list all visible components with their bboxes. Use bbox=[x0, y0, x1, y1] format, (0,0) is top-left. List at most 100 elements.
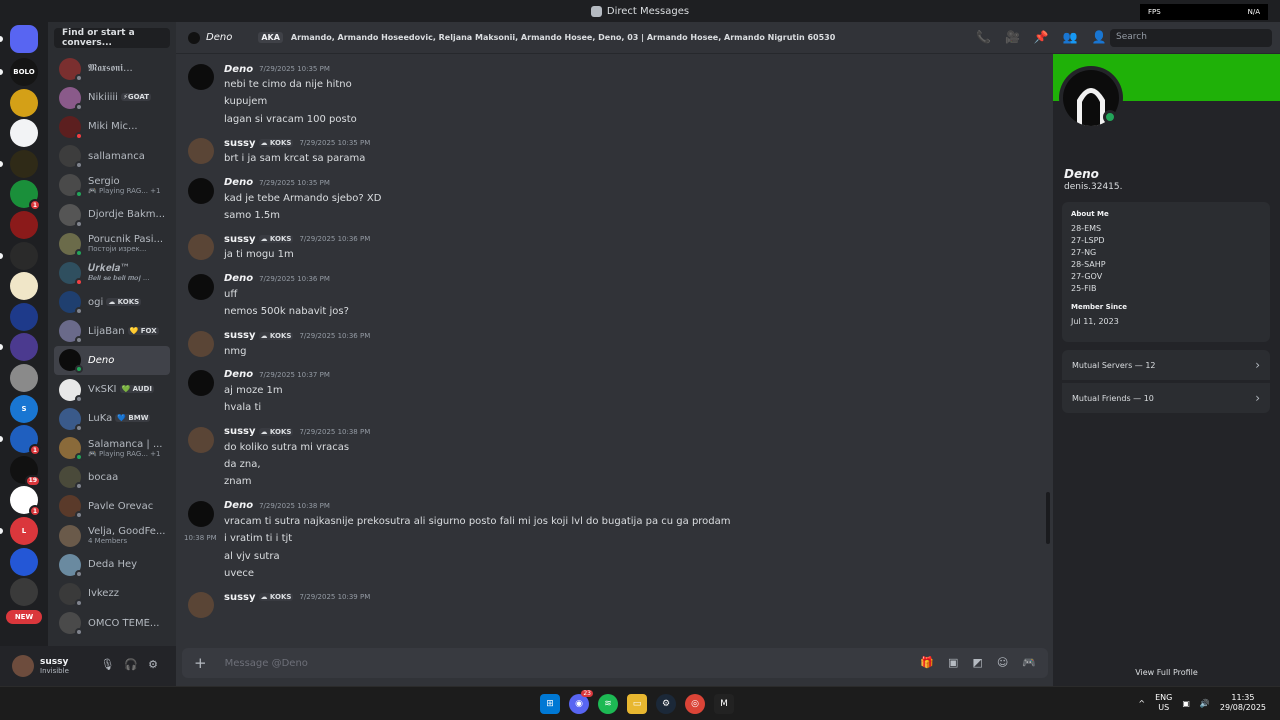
dm-item[interactable]: 𝕸𝖆𝖝𝖘𝖔𝖓𝖎... bbox=[54, 54, 170, 83]
dm-item[interactable]: bocaa bbox=[54, 463, 170, 492]
mutual-friends-button[interactable]: Mutual Friends — 10 › bbox=[1062, 383, 1270, 413]
avatar bbox=[59, 495, 83, 520]
message-author[interactable]: Deno bbox=[224, 177, 253, 188]
dm-item[interactable]: Salamanca | ... 🎮 Playing RAG... +1 bbox=[54, 433, 170, 462]
plus-icon[interactable]: + bbox=[194, 654, 207, 672]
avatar[interactable] bbox=[188, 500, 214, 527]
file-explorer-icon[interactable]: ▭ bbox=[627, 694, 647, 714]
dm-item[interactable]: ÔMĆÖ ŤĔMĔ... bbox=[54, 609, 170, 638]
server-icon[interactable] bbox=[10, 88, 38, 117]
dm-item[interactable]: Velja, GoodFe... 4 Members bbox=[54, 521, 170, 550]
new-badge[interactable]: NEW bbox=[6, 610, 42, 625]
emoji-icon[interactable]: ☺ bbox=[997, 656, 1008, 669]
message-line: nmg bbox=[224, 343, 1042, 360]
dm-item[interactable]: Miki Mic... bbox=[54, 112, 170, 141]
server-icon[interactable]: S bbox=[10, 394, 38, 423]
server-icon[interactable] bbox=[10, 302, 38, 331]
message-input[interactable]: Message @Deno bbox=[225, 658, 308, 669]
server-icon[interactable] bbox=[0, 149, 38, 178]
server-icon[interactable] bbox=[0, 241, 38, 270]
add-friend-icon[interactable]: 👥 bbox=[1063, 30, 1078, 44]
avatar[interactable] bbox=[188, 592, 214, 619]
pin-icon[interactable]: 📌 bbox=[1034, 30, 1049, 44]
dm-item[interactable]: Ivkezz bbox=[54, 579, 170, 608]
scrollbar[interactable] bbox=[1046, 492, 1050, 544]
microphone-icon[interactable]: 🎙 bbox=[100, 658, 114, 671]
discord-taskbar-icon[interactable]: ◉ 23 bbox=[569, 690, 593, 714]
server-icon[interactable]: L bbox=[0, 516, 38, 545]
server-icon[interactable] bbox=[10, 547, 38, 576]
avatar[interactable] bbox=[188, 273, 214, 300]
message-author[interactable]: Deno bbox=[224, 64, 253, 75]
server-icon[interactable]: 19 bbox=[10, 455, 41, 487]
mutual-servers-button[interactable]: Mutual Servers — 12 › bbox=[1062, 350, 1270, 380]
windows-start-icon[interactable]: ⊞ bbox=[540, 694, 560, 714]
server-icon[interactable] bbox=[10, 578, 38, 607]
search-input[interactable]: Search bbox=[1110, 29, 1272, 47]
phone-icon[interactable]: 📞 bbox=[976, 30, 991, 44]
dm-item[interactable]: Nikiiiii ⚡GOAT bbox=[54, 83, 170, 112]
clock[interactable]: 11:35 29/08/2025 bbox=[1220, 693, 1266, 713]
message-author[interactable]: sussy bbox=[224, 592, 256, 603]
server-icon[interactable]: 1 bbox=[10, 180, 41, 212]
network-icon[interactable]: ▣ bbox=[1182, 699, 1190, 708]
avatar[interactable] bbox=[188, 138, 214, 165]
rage-mp-icon[interactable]: M bbox=[714, 694, 734, 714]
avatar[interactable] bbox=[188, 64, 214, 90]
dm-item[interactable]: Djordje Bakm... bbox=[54, 200, 170, 229]
avatar[interactable] bbox=[188, 234, 214, 261]
dm-item[interactable]: sallamanca bbox=[54, 142, 170, 171]
dm-item[interactable]: Deda Hey bbox=[54, 550, 170, 579]
message-header: sussy ☁ KOKS 7/29/2025 10:39 PM bbox=[224, 590, 1042, 604]
dm-item[interactable]: VĸSKI 💚 AUDI bbox=[54, 375, 170, 404]
message-text: hvala ti bbox=[224, 402, 262, 414]
game-icon[interactable]: 🎮 bbox=[1022, 656, 1036, 669]
direct-messages-button[interactable] bbox=[0, 25, 38, 53]
message-author[interactable]: sussy bbox=[224, 234, 256, 245]
message-author[interactable]: Deno bbox=[224, 273, 253, 284]
profile-icon[interactable]: 👤 bbox=[1092, 30, 1107, 44]
dm-item[interactable]: Porucnik Pasi... Постоји изрек... bbox=[54, 229, 170, 258]
server-icon[interactable] bbox=[10, 272, 38, 301]
dm-item[interactable]: ogi ☁ KOKS bbox=[54, 288, 170, 317]
message-author[interactable]: Deno bbox=[224, 500, 253, 511]
avatar[interactable] bbox=[188, 330, 214, 357]
message-author[interactable]: sussy bbox=[224, 330, 256, 341]
spotify-icon[interactable]: ≋ bbox=[598, 694, 618, 714]
gift-icon[interactable]: 🎁 bbox=[920, 656, 934, 669]
server-icon[interactable] bbox=[10, 119, 38, 148]
steam-icon[interactable]: ⚙ bbox=[656, 694, 676, 714]
language-indicator[interactable]: ENG US bbox=[1155, 693, 1172, 713]
avatar[interactable] bbox=[12, 655, 34, 677]
message-composer[interactable]: + Message @Deno 🎁 ▣ ◩ ☺ 🎮 bbox=[182, 648, 1048, 678]
dm-item[interactable]: Pavle Orevac bbox=[54, 492, 170, 521]
server-icon[interactable]: 1 bbox=[10, 486, 41, 518]
avatar[interactable] bbox=[188, 177, 214, 204]
dm-item[interactable]: Deno bbox=[54, 345, 170, 376]
chrome-icon[interactable]: ◎ bbox=[685, 694, 705, 714]
dm-name: bocaa bbox=[88, 472, 118, 483]
dm-search-button[interactable]: Find or start a convers... bbox=[54, 28, 170, 48]
message-author[interactable]: sussy bbox=[224, 426, 256, 437]
dm-item[interactable]: LijaBan 💛 FOX bbox=[54, 317, 170, 346]
dm-item[interactable]: Sergio 🎮 Playing RAG... +1 bbox=[54, 171, 170, 200]
message-author[interactable]: sussy bbox=[224, 138, 256, 149]
dm-item[interactable]: LuKa 💙 BMW bbox=[54, 404, 170, 433]
gear-icon[interactable]: ⚙ bbox=[148, 658, 158, 671]
view-full-profile-link[interactable]: View Full Profile bbox=[1053, 668, 1280, 677]
server-icon[interactable]: BOLO bbox=[0, 58, 38, 86]
chevron-up-icon[interactable]: ^ bbox=[1138, 699, 1145, 708]
message-author[interactable]: Deno bbox=[224, 369, 253, 380]
server-icon[interactable] bbox=[0, 333, 38, 362]
gif-icon[interactable]: ▣ bbox=[948, 656, 958, 669]
server-icon[interactable]: 1 bbox=[0, 425, 41, 457]
sticker-icon[interactable]: ◩ bbox=[972, 656, 982, 669]
headphones-icon[interactable]: 🎧 bbox=[124, 658, 138, 671]
dm-item[interactable]: 𝑼𝒓𝒌𝒆𝒍𝒂™ 𝑩𝒆𝒍𝒊 𝒔𝒆 𝒃𝒆𝒍𝒊 𝒎𝒐𝒋 ... bbox=[54, 258, 170, 287]
avatar[interactable] bbox=[188, 426, 214, 453]
avatar[interactable] bbox=[188, 369, 214, 396]
server-icon[interactable] bbox=[10, 210, 38, 239]
volume-icon[interactable]: 🔊 bbox=[1200, 699, 1210, 708]
server-icon[interactable] bbox=[10, 363, 38, 392]
video-icon[interactable]: 🎥 bbox=[1005, 30, 1020, 44]
